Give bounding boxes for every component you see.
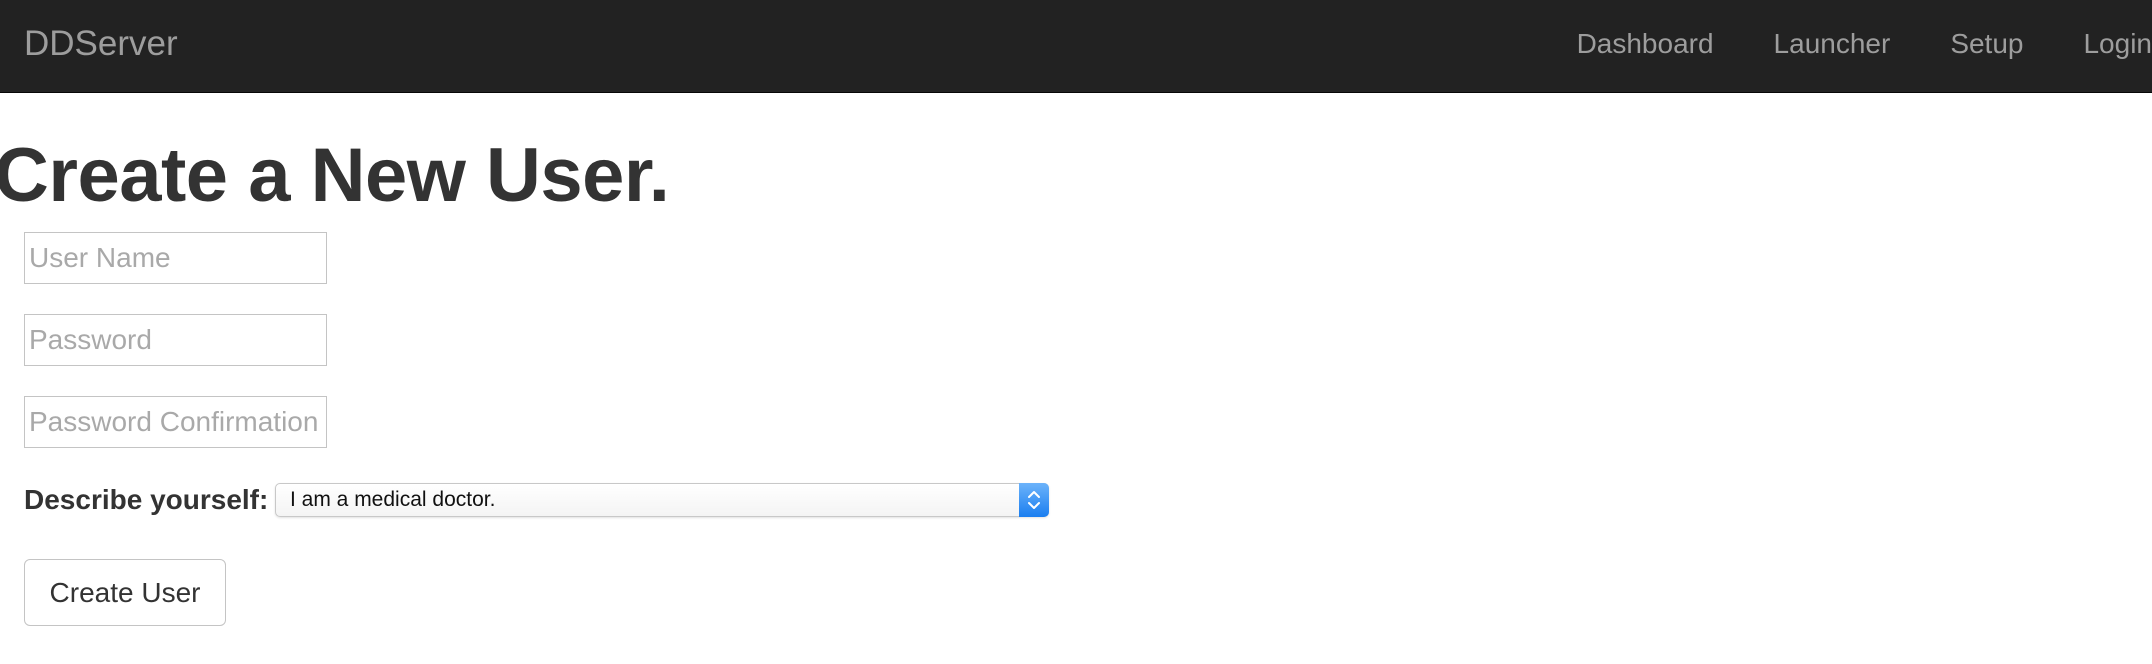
nav-link-launcher[interactable]: Launcher [1774, 0, 1891, 88]
nav-link-login[interactable]: Login [2083, 0, 2152, 88]
top-navbar: DDServer Dashboard Launcher Setup Login [0, 0, 2152, 93]
password-input[interactable] [24, 314, 327, 366]
chevron-up-down-glyph [1028, 491, 1040, 509]
nav-link-dashboard[interactable]: Dashboard [1577, 0, 1714, 88]
username-input[interactable] [24, 232, 327, 284]
nav-link-setup[interactable]: Setup [1950, 0, 2023, 88]
nav-links: Dashboard Launcher Setup Login [1517, 0, 2152, 88]
chevron-up-down-icon [1019, 483, 1049, 517]
password-confirmation-input[interactable] [24, 396, 327, 448]
select-value: I am a medical doctor. [290, 488, 496, 511]
describe-yourself-select[interactable]: I am a medical doctor. [275, 483, 1049, 517]
create-user-button[interactable]: Create User [24, 559, 226, 626]
page-title: Create a New User. [0, 133, 670, 218]
brand-link[interactable]: DDServer [24, 0, 178, 88]
describe-yourself-label: Describe yourself: [24, 484, 269, 515]
